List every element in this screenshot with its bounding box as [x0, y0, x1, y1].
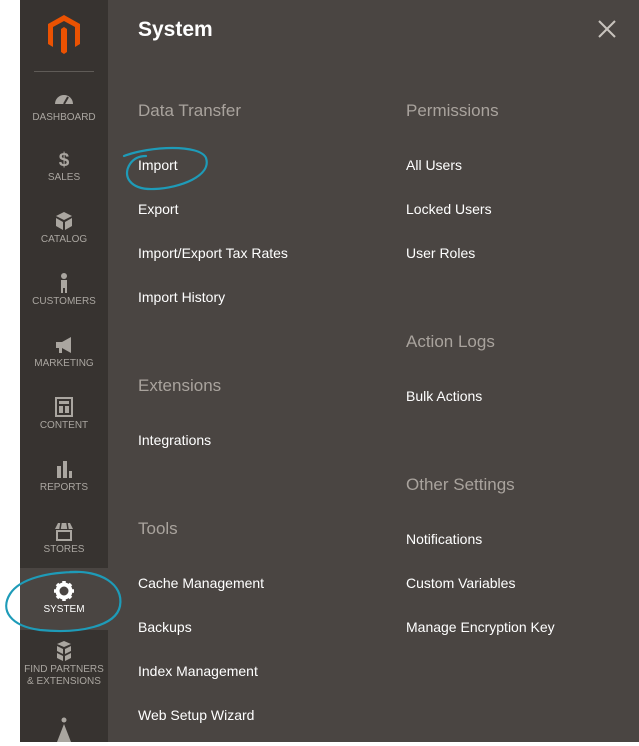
cubes-icon [57, 641, 71, 661]
nav-dashboard-label: DASHBOARD [32, 112, 96, 123]
nav-marketing-label: MARKETING [34, 358, 94, 369]
svg-text:$: $ [59, 150, 70, 170]
nav-system[interactable]: SYSTEM [20, 568, 108, 630]
dollar-icon: $ [59, 150, 70, 170]
link-import-history[interactable]: Import History [138, 289, 225, 305]
link-web-setup-wizard[interactable]: Web Setup Wizard [138, 707, 254, 723]
link-manage-encryption-key[interactable]: Manage Encryption Key [406, 619, 555, 635]
link-index-management[interactable]: Index Management [138, 663, 258, 679]
nav-reports[interactable]: REPORTS [20, 458, 108, 494]
storefront-icon [55, 522, 73, 541]
nav-content-label: CONTENT [39, 420, 89, 431]
panel-title: System [138, 18, 213, 41]
nav-dashboard[interactable]: DASHBOARD [20, 88, 108, 124]
nav-sales[interactable]: $ SALES [20, 148, 108, 184]
magento-logo[interactable] [20, 0, 108, 72]
link-bulk-actions[interactable]: Bulk Actions [406, 388, 482, 404]
section-extensions-title: Extensions [138, 376, 222, 395]
link-locked-users[interactable]: Locked Users [406, 201, 492, 217]
section-tools-title: Tools [138, 519, 178, 538]
nav-customers-label: CUSTOMERS [32, 296, 96, 307]
nav-content[interactable]: CONTENT [20, 396, 108, 432]
section-permissions-title: Permissions [406, 101, 499, 120]
nav-catalog[interactable]: CATALOG [20, 210, 108, 246]
link-import-export-tax-rates[interactable]: Import/Export Tax Rates [138, 245, 288, 261]
gear-icon [54, 581, 74, 601]
layout-icon [55, 397, 73, 417]
dashboard-icon [55, 95, 73, 105]
link-export[interactable]: Export [138, 201, 178, 217]
nav-stores-label: STORES [43, 544, 85, 555]
link-all-users[interactable]: All Users [406, 157, 462, 173]
link-backups[interactable]: Backups [138, 619, 192, 635]
nav-reports-label: REPORTS [39, 482, 89, 493]
admin-sidebar: DASHBOARD $ SALES CATALOG CUSTOMERS MARK… [20, 0, 108, 742]
nav-catalog-label: CATALOG [40, 234, 88, 245]
nav-find-partners[interactable]: FIND PARTNERS & EXTENSIONS [20, 640, 108, 688]
bar-chart-icon [57, 461, 72, 478]
nav-find-partners-label: FIND PARTNERS & EXTENSIONS [24, 664, 104, 687]
section-action-logs-title: Action Logs [406, 332, 495, 351]
box-icon [56, 212, 72, 230]
link-user-roles[interactable]: User Roles [406, 245, 475, 261]
person-icon [61, 273, 67, 293]
link-integrations[interactable]: Integrations [138, 432, 211, 448]
megaphone-icon [56, 337, 71, 353]
link-notifications[interactable]: Notifications [406, 531, 482, 547]
section-other-settings-title: Other Settings [406, 475, 515, 494]
link-custom-variables[interactable]: Custom Variables [406, 575, 515, 591]
logo-divider [34, 71, 94, 72]
nav-sales-label: SALES [47, 172, 81, 183]
nav-system-label: SYSTEM [43, 604, 85, 615]
tower-icon [57, 717, 71, 742]
link-import[interactable]: Import [138, 157, 178, 173]
close-icon[interactable] [596, 18, 618, 40]
nav-stores[interactable]: STORES [20, 520, 108, 556]
link-cache-management[interactable]: Cache Management [138, 575, 264, 591]
section-data-transfer-title: Data Transfer [138, 101, 241, 120]
system-menu-panel: System Data Transfer Import Export Impor… [108, 0, 639, 742]
magento-logo-icon [48, 15, 80, 54]
nav-marketing[interactable]: MARKETING [20, 334, 108, 370]
nav-customers[interactable]: CUSTOMERS [20, 272, 108, 308]
